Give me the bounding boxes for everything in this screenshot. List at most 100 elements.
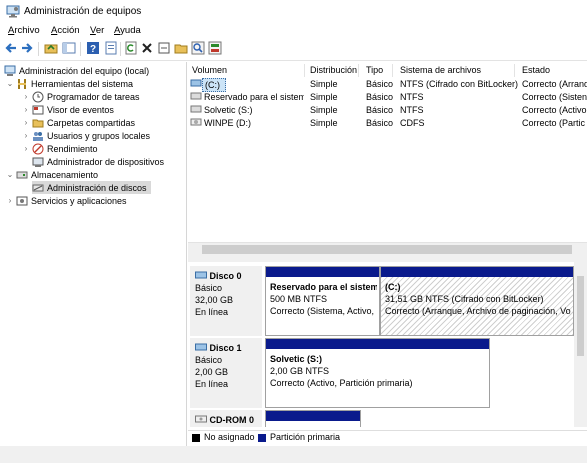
up-folder-icon[interactable] [44,41,58,55]
chevron-right-icon[interactable]: › [22,131,30,140]
volume-icon [190,104,202,117]
back-icon[interactable] [4,41,18,55]
tree-item-shared-folders[interactable]: › Carpetas compartidas [22,116,135,129]
chevron-down-icon[interactable]: ⌄ [6,170,14,179]
partition-c-drive[interactable]: (C:) 31,51 GB NTFS (Cifrado con BitLocke… [380,266,574,336]
tree-item-disk-management[interactable]: Administración de discos [32,181,151,194]
volume-name: Reservado para el sistema [204,92,304,102]
volume-row[interactable]: (C:) Simple Básico NTFS (Cifrado con Bit… [188,78,587,92]
scrollbar-thumb[interactable] [577,276,584,356]
legend: No asignado Partición primaria [188,430,587,445]
legend-unallocated-swatch [192,434,200,442]
column-header-filesystem[interactable]: Sistema de archivos [396,64,515,77]
chevron-down-icon[interactable]: ⌄ [6,79,14,88]
tree-item-scheduler[interactable]: › Programador de tareas [22,90,140,103]
tree-label: Usuarios y grupos locales [47,130,151,141]
partition-size: 31,51 GB NTFS (Cifrado con BitLocker) [385,294,544,304]
scrollbar-thumb[interactable] [202,245,572,254]
tree-item-device-manager[interactable]: Administrador de dispositivos [32,155,164,168]
volume-icon [190,78,202,91]
partition-size: 2,00 GB NTFS [270,366,330,376]
navigation-tree: Administración del equipo (local) ⌄ Herr… [0,62,187,452]
device-manager-icon [32,156,44,168]
svg-text:?: ? [90,44,96,55]
disk-1-label[interactable]: Disco 1 Básico 2,00 GB En línea [190,338,262,408]
volume-row[interactable]: Reservado para el sistema Simple Básico … [188,91,587,103]
tree-label: Rendimiento [47,143,98,154]
volume-row[interactable]: WINPE (D:) Simple Básico CDFS Correcto (… [188,117,587,129]
properties-icon[interactable] [104,41,118,55]
volume-type: Básico [366,79,394,89]
disk-status: En línea [195,307,229,317]
settings-icon[interactable] [208,41,222,55]
column-header-layout[interactable]: Distribución [306,64,359,77]
search-icon[interactable] [191,41,205,55]
partition-name: Solvetic (S:) [270,354,323,364]
volume-row[interactable]: Solvetic (S:) Simple Básico NTFS Correct… [188,104,587,116]
chevron-right-icon[interactable]: › [22,92,30,101]
volume-filesystem: CDFS [400,118,425,128]
tree-root[interactable]: Administración del equipo (local) [4,64,149,77]
tree-label: Programador de tareas [47,91,140,102]
performance-icon [32,143,44,155]
volume-name: Solvetic (S:) [204,105,253,115]
disk-0-label[interactable]: Disco 0 Básico 32,00 GB En línea [190,266,262,336]
toolbar-separator [80,42,81,56]
services-icon [16,195,28,207]
menu-ayuda[interactable]: Ayuda [114,25,141,36]
disk-icon [195,271,207,281]
help-icon[interactable]: ? [86,41,100,55]
horizontal-scrollbar[interactable] [188,242,587,257]
cd-drive-icon [190,117,202,130]
volume-layout: Simple [310,92,338,102]
storage-icon [16,169,28,181]
tree-label: Administrador de dispositivos [47,156,165,167]
volume-layout: Simple [310,118,338,128]
disk-type: Básico [195,283,223,293]
disk-icon [195,343,207,353]
chevron-right-icon[interactable]: › [22,118,30,127]
menu-accion[interactable]: Acción [51,25,80,36]
toolbar-separator [120,42,121,56]
partition-solvetic[interactable]: Solvetic (S:) 2,00 GB NTFS Correcto (Act… [265,338,490,408]
tree-item-services[interactable]: › Servicios y aplicaciones [6,194,127,207]
volume-filesystem: NTFS [400,92,424,102]
column-header-type[interactable]: Tipo [362,64,393,77]
chevron-right-icon[interactable]: › [6,196,14,205]
refresh-icon[interactable] [124,41,138,55]
chevron-right-icon[interactable]: › [22,144,30,153]
cdrom-label[interactable]: CD-ROM 0 [190,410,262,427]
tree-label: Administración de discos [47,182,147,193]
chevron-right-icon[interactable]: › [22,105,30,114]
partition-color-bar [381,267,573,277]
clock-icon [32,91,44,103]
title-bar: Administración de equipos [0,0,587,24]
partition-system-reserved[interactable]: Reservado para el sistem 500 MB NTFS Cor… [265,266,380,336]
tree-item-performance[interactable]: › Rendimiento [22,142,98,155]
menu-ver[interactable]: Ver [90,25,104,36]
partition-cdrom[interactable] [265,410,361,427]
open-icon[interactable] [157,41,171,55]
disk-name: CD-ROM 0 [195,414,262,426]
legend-primary-swatch [258,434,266,442]
tree-label: Carpetas compartidas [47,117,136,128]
column-header-volume[interactable]: Volumen [188,64,305,77]
vertical-scrollbar[interactable] [574,262,587,427]
window-title: Administración de equipos [24,6,142,17]
show-pane-icon[interactable] [62,41,76,55]
computer-management-icon [6,5,20,18]
disk-type: Básico [195,355,223,365]
disk-management-icon [32,182,44,194]
legend-primary-label: Partición primaria [270,432,341,442]
folder-icon[interactable] [174,41,188,55]
menu-archivo[interactable]: Archivo [8,25,40,36]
tree-item-users-groups[interactable]: › Usuarios y grupos locales [22,129,150,142]
tree-label: Administración del equipo (local) [19,65,150,76]
column-header-status[interactable]: Estado [518,64,586,77]
tree-item-storage[interactable]: ⌄ Almacenamiento [6,168,98,181]
tree-item-event-viewer[interactable]: › Visor de eventos [22,103,114,116]
forward-icon[interactable] [20,41,34,55]
tree-item-tools[interactable]: ⌄ Herramientas del sistema [6,77,133,90]
delete-icon[interactable] [140,41,154,55]
cd-drive-icon [195,415,207,425]
